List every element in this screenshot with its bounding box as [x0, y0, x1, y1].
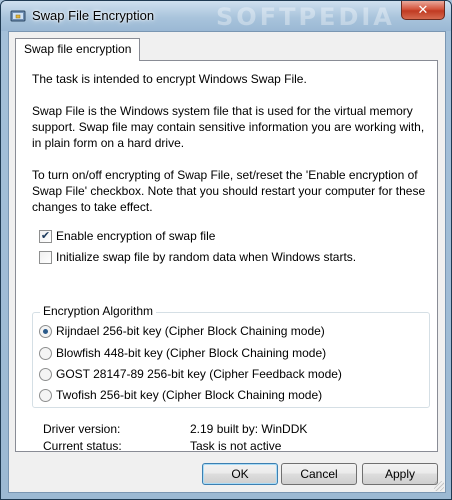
radio-unselected-icon [39, 346, 52, 360]
radio-twofish[interactable]: Twofish 256-bit key (Cipher Block Chaini… [39, 387, 322, 403]
radio-gost[interactable]: GOST 28147-89 256-bit key (Cipher Feedba… [39, 366, 342, 382]
description-text: Swap File is the Windows system file tha… [32, 104, 425, 150]
tab-swap-file-encryption[interactable]: Swap file encryption [15, 38, 141, 61]
window-title: Swap File Encryption [32, 8, 155, 23]
dialog-body: Swap file encryption The task is intende… [8, 31, 446, 493]
close-button[interactable]: ✕ [401, 1, 445, 20]
initialize-random-checkbox[interactable]: Initialize swap file by random data when… [39, 249, 356, 265]
current-status-value: Task is not active [190, 439, 282, 453]
apply-button[interactable]: Apply [362, 463, 438, 485]
ok-button[interactable]: OK [202, 463, 278, 485]
radio-unselected-icon [39, 388, 52, 402]
radio-selected-icon [39, 324, 52, 338]
cancel-button[interactable]: Cancel [281, 463, 357, 485]
title-bar[interactable]: Swap File Encryption SOFTPEDIA ✕ [1, 1, 451, 31]
group-title: Encryption Algorithm [40, 304, 157, 318]
enable-encryption-checkbox[interactable]: ✔ Enable encryption of swap file [39, 228, 215, 244]
driver-version-label: Driver version: [43, 422, 121, 436]
radio-label: Rijndael 256-bit key (Cipher Block Chain… [56, 324, 325, 338]
instruction-text: To turn on/off encrypting of Swap File, … [32, 168, 426, 214]
driver-version-value: 2.19 built by: WinDDK [190, 422, 308, 436]
current-status-label: Current status: [43, 439, 122, 453]
resize-grip-icon[interactable] [434, 481, 444, 491]
intro-text: The task is intended to encrypt Windows … [32, 72, 307, 86]
radio-label: Twofish 256-bit key (Cipher Block Chaini… [56, 388, 323, 402]
checkbox-checked-icon: ✔ [39, 229, 52, 243]
radio-label: GOST 28147-89 256-bit key (Cipher Feedba… [56, 367, 342, 381]
watermark: SOFTPEDIA [216, 3, 395, 31]
radio-label: Blowfish 448-bit key (Cipher Block Chain… [56, 346, 327, 360]
checkbox-unchecked-icon [39, 250, 52, 264]
dialog-window: Swap File Encryption SOFTPEDIA ✕ Swap fi… [0, 0, 452, 500]
initialize-random-label: Initialize swap file by random data when… [56, 250, 357, 264]
enable-encryption-label: Enable encryption of swap file [56, 229, 216, 243]
radio-blowfish[interactable]: Blowfish 448-bit key (Cipher Block Chain… [39, 345, 326, 361]
radio-rijndael[interactable]: Rijndael 256-bit key (Cipher Block Chain… [39, 323, 325, 339]
radio-unselected-icon [39, 367, 52, 381]
app-icon [10, 10, 26, 22]
tab-panel: The task is intended to encrypt Windows … [15, 60, 438, 453]
